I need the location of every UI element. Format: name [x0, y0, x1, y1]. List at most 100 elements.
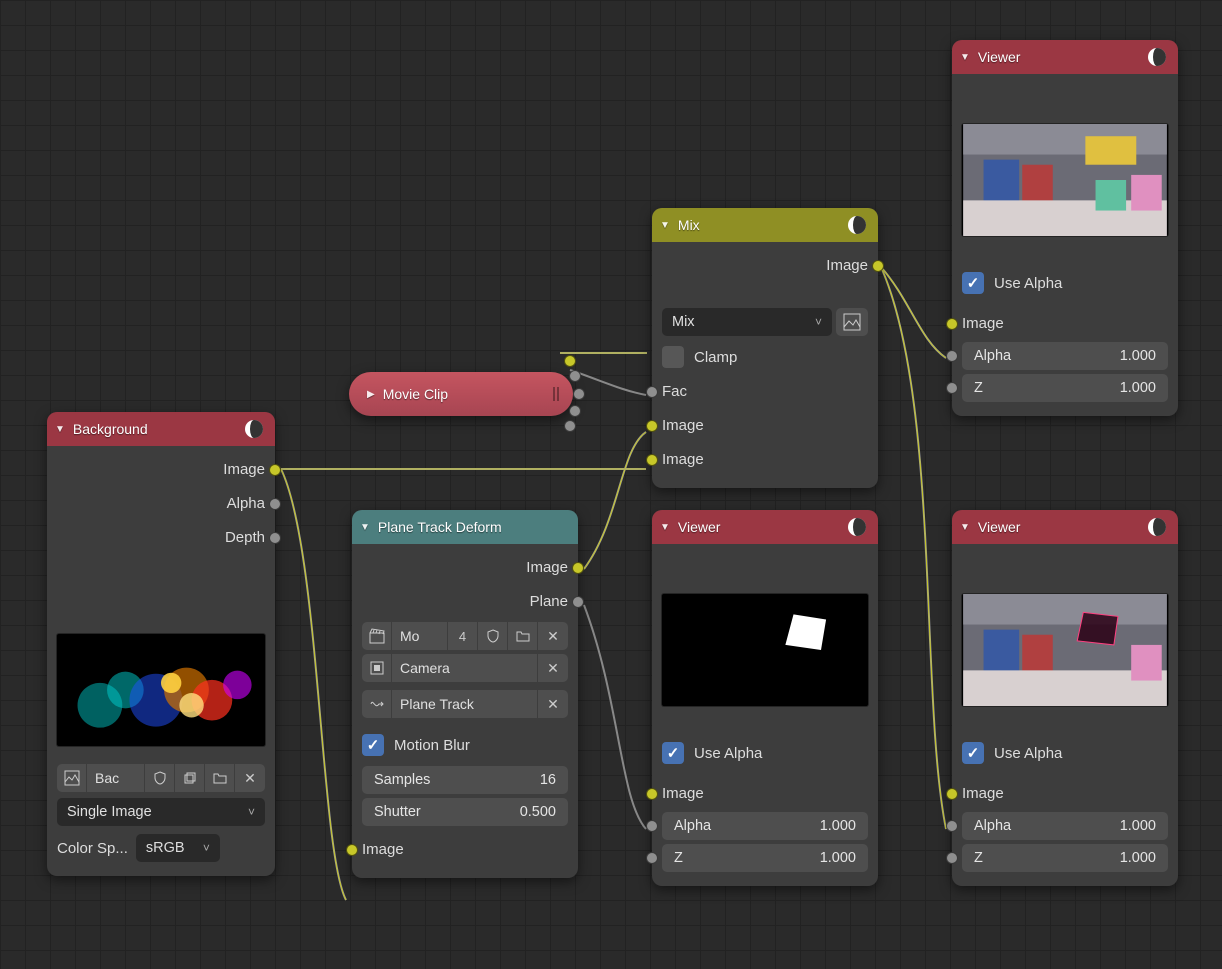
node-title: Movie Clip: [383, 386, 448, 402]
clamp-checkbox[interactable]: [662, 346, 684, 368]
socket-out[interactable]: [573, 388, 585, 400]
clear-icon[interactable]: ✕: [538, 690, 568, 718]
socket-out[interactable]: [569, 370, 581, 382]
node-header[interactable]: ▼ Viewer: [952, 510, 1178, 544]
socket-in-alpha[interactable]: [946, 820, 958, 832]
motion-blur-checkbox[interactable]: [362, 734, 384, 756]
object-field[interactable]: Camera: [392, 654, 538, 682]
socket-out-plane[interactable]: [572, 596, 584, 608]
socket-in-z[interactable]: [646, 852, 658, 864]
duplicate-icon[interactable]: [175, 764, 205, 792]
socket-in-alpha[interactable]: [946, 350, 958, 362]
socket-label-depth: Depth: [225, 529, 265, 546]
z-field[interactable]: Z 1.000: [662, 844, 868, 872]
image-source-select[interactable]: Single Image: [57, 798, 265, 826]
sphere-icon: [1146, 46, 1168, 68]
collapse-toggle-icon[interactable]: ▼: [960, 52, 970, 63]
clip-datablock-row[interactable]: Mo 4 ✕: [362, 622, 568, 650]
colorspace-select[interactable]: sRGB: [136, 834, 220, 862]
node-viewer-bottom[interactable]: ▼ Viewer Use Alpha Image Alpha: [952, 510, 1178, 886]
collapse-toggle-icon[interactable]: ▼: [360, 522, 370, 533]
socket-in-image[interactable]: [646, 788, 658, 800]
socket-label: Plane: [530, 593, 568, 610]
collapse-toggle-icon[interactable]: ▶: [367, 389, 375, 400]
shutter-field[interactable]: Shutter 0.500: [362, 798, 568, 826]
colorspace-label: Color Sp...: [57, 840, 128, 857]
node-background[interactable]: ▼ Background Image Alpha Depth: [47, 412, 275, 876]
socket-in-image[interactable]: [946, 318, 958, 330]
plane-field[interactable]: Plane Track: [392, 690, 538, 718]
socket-out-image[interactable]: [872, 260, 884, 272]
collapse-toggle-icon[interactable]: ▼: [660, 522, 670, 533]
unlink-icon[interactable]: ✕: [538, 622, 568, 650]
node-header[interactable]: ▼ Viewer: [952, 40, 1178, 74]
unlink-icon[interactable]: ✕: [235, 764, 265, 792]
shield-icon[interactable]: [478, 622, 508, 650]
socket-in-image[interactable]: [346, 844, 358, 856]
node-header[interactable]: ▼ Viewer: [652, 510, 878, 544]
node-header[interactable]: ▼ Mix: [652, 208, 878, 242]
use-alpha-checkbox[interactable]: [962, 742, 984, 764]
node-title: Background: [73, 421, 148, 437]
socket-label: Image: [826, 257, 868, 274]
node-header[interactable]: ▼ Plane Track Deform: [352, 510, 578, 544]
open-folder-icon[interactable]: [205, 764, 235, 792]
collapse-toggle-icon[interactable]: ▼: [660, 220, 670, 231]
clip-name-field[interactable]: Mo: [392, 622, 448, 650]
socket-out-depth[interactable]: [269, 532, 281, 544]
shield-icon[interactable]: [145, 764, 175, 792]
node-title: Mix: [678, 217, 700, 233]
sphere-icon: [846, 214, 868, 236]
socket-label: Image: [662, 785, 704, 802]
node-viewer-mid[interactable]: ▼ Viewer Use Alpha Image Alpha 1.000 Z 1…: [652, 510, 878, 886]
socket-in-z[interactable]: [946, 852, 958, 864]
target-icon[interactable]: [362, 654, 392, 682]
socket-in-fac[interactable]: [646, 386, 658, 398]
image-name-field[interactable]: Bac: [87, 764, 145, 792]
node-movie-clip[interactable]: ▶ Movie Clip: [349, 372, 573, 416]
use-alpha-label: Use Alpha: [994, 745, 1062, 762]
socket-out-image[interactable]: [269, 464, 281, 476]
image-icon[interactable]: [57, 764, 87, 792]
socket-out-alpha[interactable]: [269, 498, 281, 510]
curve-icon[interactable]: [362, 690, 392, 718]
alpha-field[interactable]: Alpha 1.000: [662, 812, 868, 840]
samples-field[interactable]: Samples 16: [362, 766, 568, 794]
socket-in-image1[interactable]: [646, 420, 658, 432]
node-viewer-top[interactable]: ▼ Viewer Use Alpha Image Alpha: [952, 40, 1178, 416]
alpha-field[interactable]: Alpha 1.000: [962, 812, 1168, 840]
plane-track-row[interactable]: Plane Track ✕: [362, 690, 568, 722]
user-count[interactable]: 4: [448, 622, 478, 650]
tracking-object-row[interactable]: Camera ✕: [362, 654, 568, 686]
open-folder-icon[interactable]: [508, 622, 538, 650]
socket-in-image2[interactable]: [646, 454, 658, 466]
use-alpha-checkbox[interactable]: [662, 742, 684, 764]
socket-in-image[interactable]: [946, 788, 958, 800]
socket-in-alpha[interactable]: [646, 820, 658, 832]
node-header[interactable]: ▼ Background: [47, 412, 275, 446]
node-title: Viewer: [978, 49, 1021, 65]
socket-label: Image: [962, 785, 1004, 802]
node-plane-track-deform[interactable]: ▼ Plane Track Deform Image Plane Mo 4 ✕ …: [352, 510, 578, 878]
socket-out-image[interactable]: [572, 562, 584, 574]
socket-in-z[interactable]: [946, 382, 958, 394]
use-alpha-checkbox[interactable]: [962, 272, 984, 294]
socket-out[interactable]: [564, 420, 576, 432]
z-field[interactable]: Z 1.000: [962, 844, 1168, 872]
z-field[interactable]: Z 1.000: [962, 374, 1168, 402]
socket-out[interactable]: [569, 405, 581, 417]
image-datablock-row[interactable]: Bac ✕: [57, 764, 265, 792]
socket-label: Image: [662, 417, 704, 434]
clear-icon[interactable]: ✕: [538, 654, 568, 682]
alpha-field[interactable]: Alpha 1.000: [962, 342, 1168, 370]
collapse-toggle-icon[interactable]: ▼: [55, 424, 65, 435]
blend-mode-select[interactable]: Mix: [662, 308, 832, 336]
collapse-toggle-icon[interactable]: ▼: [960, 522, 970, 533]
use-alpha-toggle-icon[interactable]: [836, 308, 868, 336]
image-preview: [57, 634, 265, 746]
clapperboard-icon[interactable]: [362, 622, 392, 650]
socket-out[interactable]: [564, 355, 576, 367]
clamp-label: Clamp: [694, 349, 737, 366]
sphere-icon: [1146, 516, 1168, 538]
node-mix[interactable]: ▼ Mix Image Mix Clamp Fac Image Image: [652, 208, 878, 488]
